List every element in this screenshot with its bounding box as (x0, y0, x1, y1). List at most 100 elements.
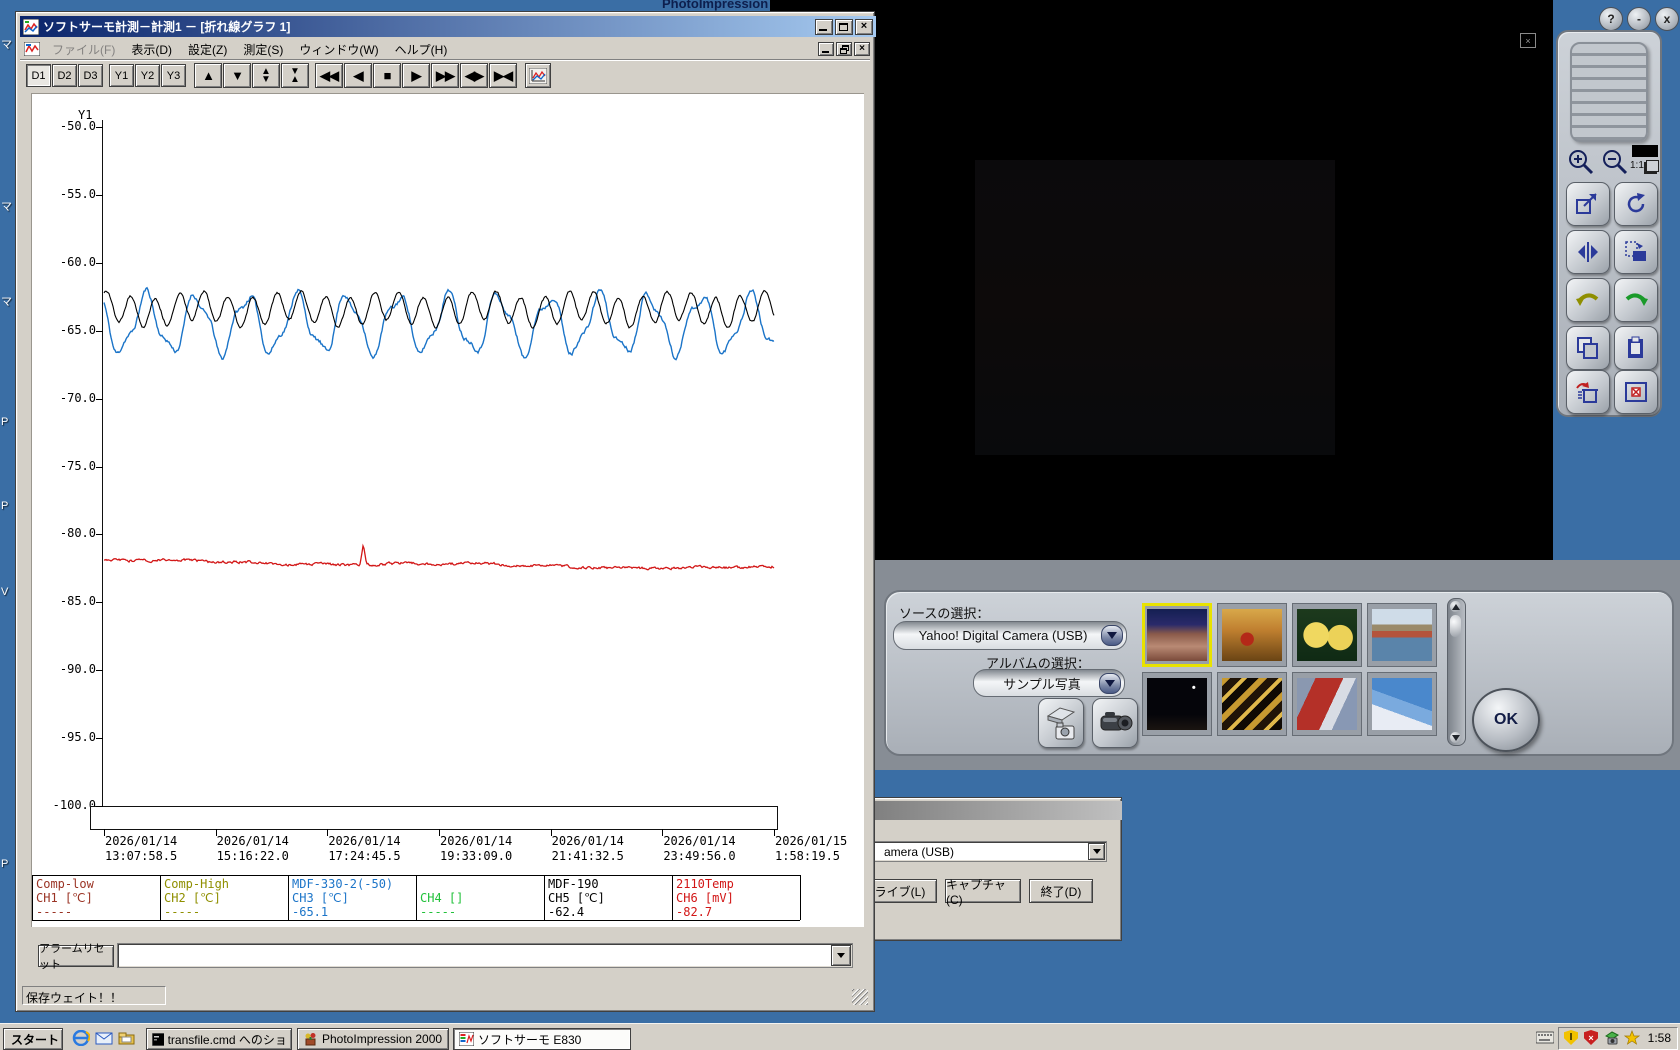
forward-button[interactable]: ▶ (402, 63, 430, 88)
thermo-titlebar[interactable]: ソフトサーモ計測－計測1 － [折れ線グラフ 1] × (20, 16, 876, 37)
dropdown-arrow-icon[interactable] (831, 945, 851, 966)
shrink-vertical-button[interactable]: ▼▲ (281, 63, 309, 88)
thumbnail-yellow-flowers[interactable] (1292, 603, 1362, 667)
tray-error-shield-icon[interactable]: × (1584, 1030, 1600, 1046)
tray-alert-shield-icon[interactable] (1564, 1030, 1580, 1046)
tray-camera-icon[interactable] (1604, 1030, 1620, 1046)
redo-button[interactable] (1614, 278, 1658, 322)
desktop-icon-label[interactable]: マ (1, 293, 12, 309)
quicklaunch-ie-icon[interactable] (72, 1029, 91, 1050)
desktop-icon-label[interactable]: P (1, 500, 8, 512)
thumbnail-harbor-village[interactable] (1367, 603, 1437, 667)
child-close-button[interactable]: × (854, 41, 870, 56)
thumbnail-cardinal-bird[interactable] (1217, 603, 1287, 667)
dropdown-arrow-icon[interactable] (1101, 625, 1123, 646)
desktop-icon-label[interactable]: P (1, 858, 8, 870)
child-restore-button[interactable] (836, 41, 852, 56)
minimize-button[interactable]: - (1627, 7, 1651, 31)
dialog-titlebar[interactable] (862, 801, 1122, 820)
child-minimize-button[interactable] (818, 41, 834, 56)
alarm-reset-button[interactable]: アラームリセット (38, 943, 114, 971)
dropdown-arrow-icon[interactable] (1099, 673, 1121, 694)
thumbnail-night-sky[interactable] (1142, 672, 1212, 736)
camera-combobox[interactable]: amera (USB) (867, 841, 1107, 862)
rewind-button[interactable]: ◀ (344, 63, 372, 88)
task-photoimpression[interactable]: PhotoImpression 2000 (297, 1028, 449, 1050)
toolbar-d1-button[interactable]: D1 (26, 64, 51, 87)
quicklaunch-mail-icon[interactable] (95, 1030, 113, 1050)
album-select-combobox[interactable]: サンプル写真 (973, 669, 1125, 697)
resize-button[interactable] (1566, 182, 1610, 226)
fit-window-icon[interactable] (1646, 160, 1659, 172)
y-tick-mark (96, 195, 103, 196)
task-softthermo[interactable]: ソフトサーモ E830 (453, 1028, 631, 1050)
expand-horizontal-button[interactable]: ◀▶ (460, 63, 488, 88)
toolbar-y2-button[interactable]: Y2 (135, 64, 160, 87)
thumbnail-scrollbar[interactable] (1447, 598, 1466, 746)
video-camera-button[interactable] (1092, 698, 1138, 748)
capture-button[interactable]: キャプチャ(C) (945, 878, 1021, 907)
scroll-down-icon[interactable] (1450, 732, 1461, 743)
flip-horizontal-button[interactable] (1566, 230, 1610, 274)
toolbar-y3-button[interactable]: Y3 (161, 64, 186, 87)
close-button[interactable]: x (1655, 7, 1679, 31)
y-tick-label: -65.0 (59, 322, 96, 337)
scrollbar-thumb[interactable] (1450, 615, 1461, 637)
menu-view[interactable]: 表示(D) (123, 38, 180, 60)
close-frame-button[interactable] (1614, 370, 1658, 414)
thumbnail-gold-weave[interactable] (1217, 672, 1287, 736)
toolbar-y1-button[interactable]: Y1 (109, 64, 134, 87)
toolbar-d2-button[interactable]: D2 (52, 64, 77, 87)
zoom-out-button[interactable] (1598, 147, 1632, 177)
stop-button[interactable]: ■ (373, 63, 401, 88)
undo-button[interactable] (1566, 278, 1610, 322)
start-button[interactable]: スタート (3, 1028, 63, 1050)
menu-file[interactable]: ファイル(F) (44, 38, 123, 60)
desktop-icon-label[interactable]: V (1, 586, 8, 598)
thumbnail-sky-clouds[interactable] (1367, 672, 1437, 736)
task-transfile-cmd[interactable]: transfile.cmd へのショート... (146, 1028, 292, 1050)
scroll-down-button[interactable]: ▼ (223, 63, 251, 88)
desktop-icon-label[interactable]: P (1, 416, 8, 428)
thumbnail-ship-bow-flag[interactable] (1292, 672, 1362, 736)
ok-button[interactable]: OK (1472, 688, 1540, 752)
source-select-combobox[interactable]: Yahoo! Digital Camera (USB) (893, 621, 1127, 650)
menu-help[interactable]: ヘルプ(H) (387, 38, 456, 60)
toolbar-d3-button[interactable]: D3 (78, 64, 103, 87)
copy-button[interactable] (1566, 326, 1610, 370)
exit-button[interactable]: 終了(D) (1029, 879, 1093, 903)
minimize-button[interactable] (815, 18, 833, 35)
keyboard-layout-icon[interactable] (1535, 1031, 1555, 1049)
rotate-button[interactable] (1614, 182, 1658, 226)
desktop-icon-label[interactable]: マ (1, 36, 12, 52)
paste-button[interactable] (1614, 326, 1658, 370)
quicklaunch-desktop-icon[interactable] (118, 1030, 136, 1050)
scanner-camera-button[interactable] (1038, 698, 1084, 748)
help-button[interactable]: ? (1599, 7, 1623, 31)
fast-forward-button[interactable]: ▶▶ (431, 63, 459, 88)
panel-grip[interactable] (1570, 42, 1648, 142)
resize-grip[interactable] (852, 989, 868, 1005)
graph-view-button[interactable] (525, 63, 551, 88)
close-preview-icon[interactable]: × (1520, 33, 1536, 48)
shrink-horizontal-button[interactable]: ▶◀ (489, 63, 517, 88)
scroll-up-icon[interactable] (1450, 601, 1461, 612)
maximize-button[interactable] (835, 18, 853, 35)
close-button[interactable]: × (855, 18, 873, 35)
y-tick-label: -60.0 (59, 254, 96, 269)
expand-vertical-button[interactable]: ▲▼ (252, 63, 280, 88)
delete-button[interactable] (1566, 370, 1610, 414)
orientation-button[interactable] (1614, 230, 1658, 274)
menu-measure[interactable]: 測定(S) (235, 38, 291, 60)
menu-window[interactable]: ウィンドウ(W) (291, 38, 386, 60)
dropdown-arrow-icon[interactable] (1088, 843, 1105, 860)
menu-setting[interactable]: 設定(Z) (180, 38, 235, 60)
tray-clock[interactable]: 1:58 (1648, 1031, 1671, 1045)
zoom-in-button[interactable] (1564, 147, 1598, 177)
alarm-combobox[interactable] (117, 943, 853, 968)
fast-rewind-button[interactable]: ◀◀ (315, 63, 343, 88)
thumbnail-red-rock-spires[interactable] (1142, 603, 1212, 667)
scroll-up-button[interactable]: ▲ (194, 63, 222, 88)
desktop-icon-label[interactable]: マ (1, 198, 12, 214)
tray-star-icon[interactable] (1623, 1030, 1641, 1046)
